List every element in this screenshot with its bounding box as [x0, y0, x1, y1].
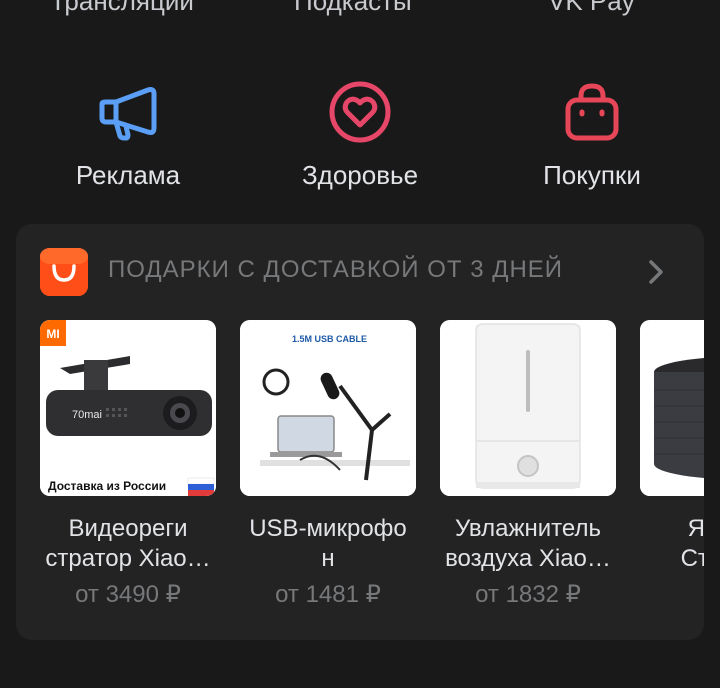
product-title: Видеореги стратор Xiao…	[45, 515, 211, 572]
heart-icon	[329, 81, 391, 143]
delivery-caption: Доставка из России	[48, 479, 166, 493]
product-image: 1.5M USB CABLE	[240, 320, 416, 496]
product-image	[640, 320, 704, 496]
service-ads[interactable]: Реклама	[28, 80, 228, 200]
product-card[interactable]: MI 70mai Доставка из России Видеореги ст…	[40, 320, 216, 609]
shopping-bag-icon	[565, 83, 619, 141]
service-health[interactable]: Здоровье	[260, 80, 460, 200]
cable-caption: 1.5M USB CABLE	[292, 334, 367, 344]
service-health-label: Здоровье	[301, 160, 419, 190]
megaphone-icon	[99, 87, 157, 141]
product-title: Яндекс Станция	[680, 515, 704, 572]
top-services-row: Трансляции Подкасты VK Pay	[0, 0, 720, 26]
product-price: от 1832 ₽	[475, 581, 581, 608]
product-card[interactable]: 1.5M USB CABLE USB-микрофо н от 1481 ₽	[240, 320, 416, 609]
gifts-card-title: ПОДАРКИ С ДОСТАВКОЙ ОТ 3 ДНЕЙ	[108, 256, 564, 283]
brand-logo-text: 70mai	[72, 409, 102, 421]
product-image	[440, 320, 616, 496]
service-shopping[interactable]: Покупки	[492, 80, 692, 200]
product-price: от 3490 ₽	[75, 581, 181, 608]
services-grid: Реклама Здоровье Покупки	[0, 80, 720, 200]
vk-pay-label[interactable]: VK Pay	[548, 0, 635, 17]
broadcasts-label[interactable]: Трансляции	[50, 0, 194, 17]
product-card[interactable]: Яндекс Станция от	[640, 320, 704, 608]
service-ads-label: Реклама	[75, 160, 181, 190]
podcasts-label[interactable]: Подкасты	[294, 0, 412, 17]
gifts-card: ПОДАРКИ С ДОСТАВКОЙ ОТ 3 ДНЕЙ MI 70mai Д…	[16, 224, 704, 640]
aliexpress-logo-icon	[40, 248, 88, 296]
product-title: USB-микрофо н	[249, 515, 407, 572]
service-shopping-label: Покупки	[543, 160, 641, 190]
mi-badge-text: MI	[46, 327, 59, 341]
product-title: Увлажнитель воздуха Xiao…	[445, 515, 611, 572]
product-image: MI 70mai Доставка из России	[40, 320, 216, 496]
product-price: от	[640, 580, 704, 608]
product-card[interactable]: Увлажнитель воздуха Xiao… от 1832 ₽	[440, 320, 616, 609]
gifts-card-header[interactable]: ПОДАРКИ С ДОСТАВКОЙ ОТ 3 ДНЕЙ	[16, 224, 704, 320]
chevron-right-icon[interactable]	[642, 258, 670, 286]
product-price: от 1481 ₽	[275, 581, 381, 608]
